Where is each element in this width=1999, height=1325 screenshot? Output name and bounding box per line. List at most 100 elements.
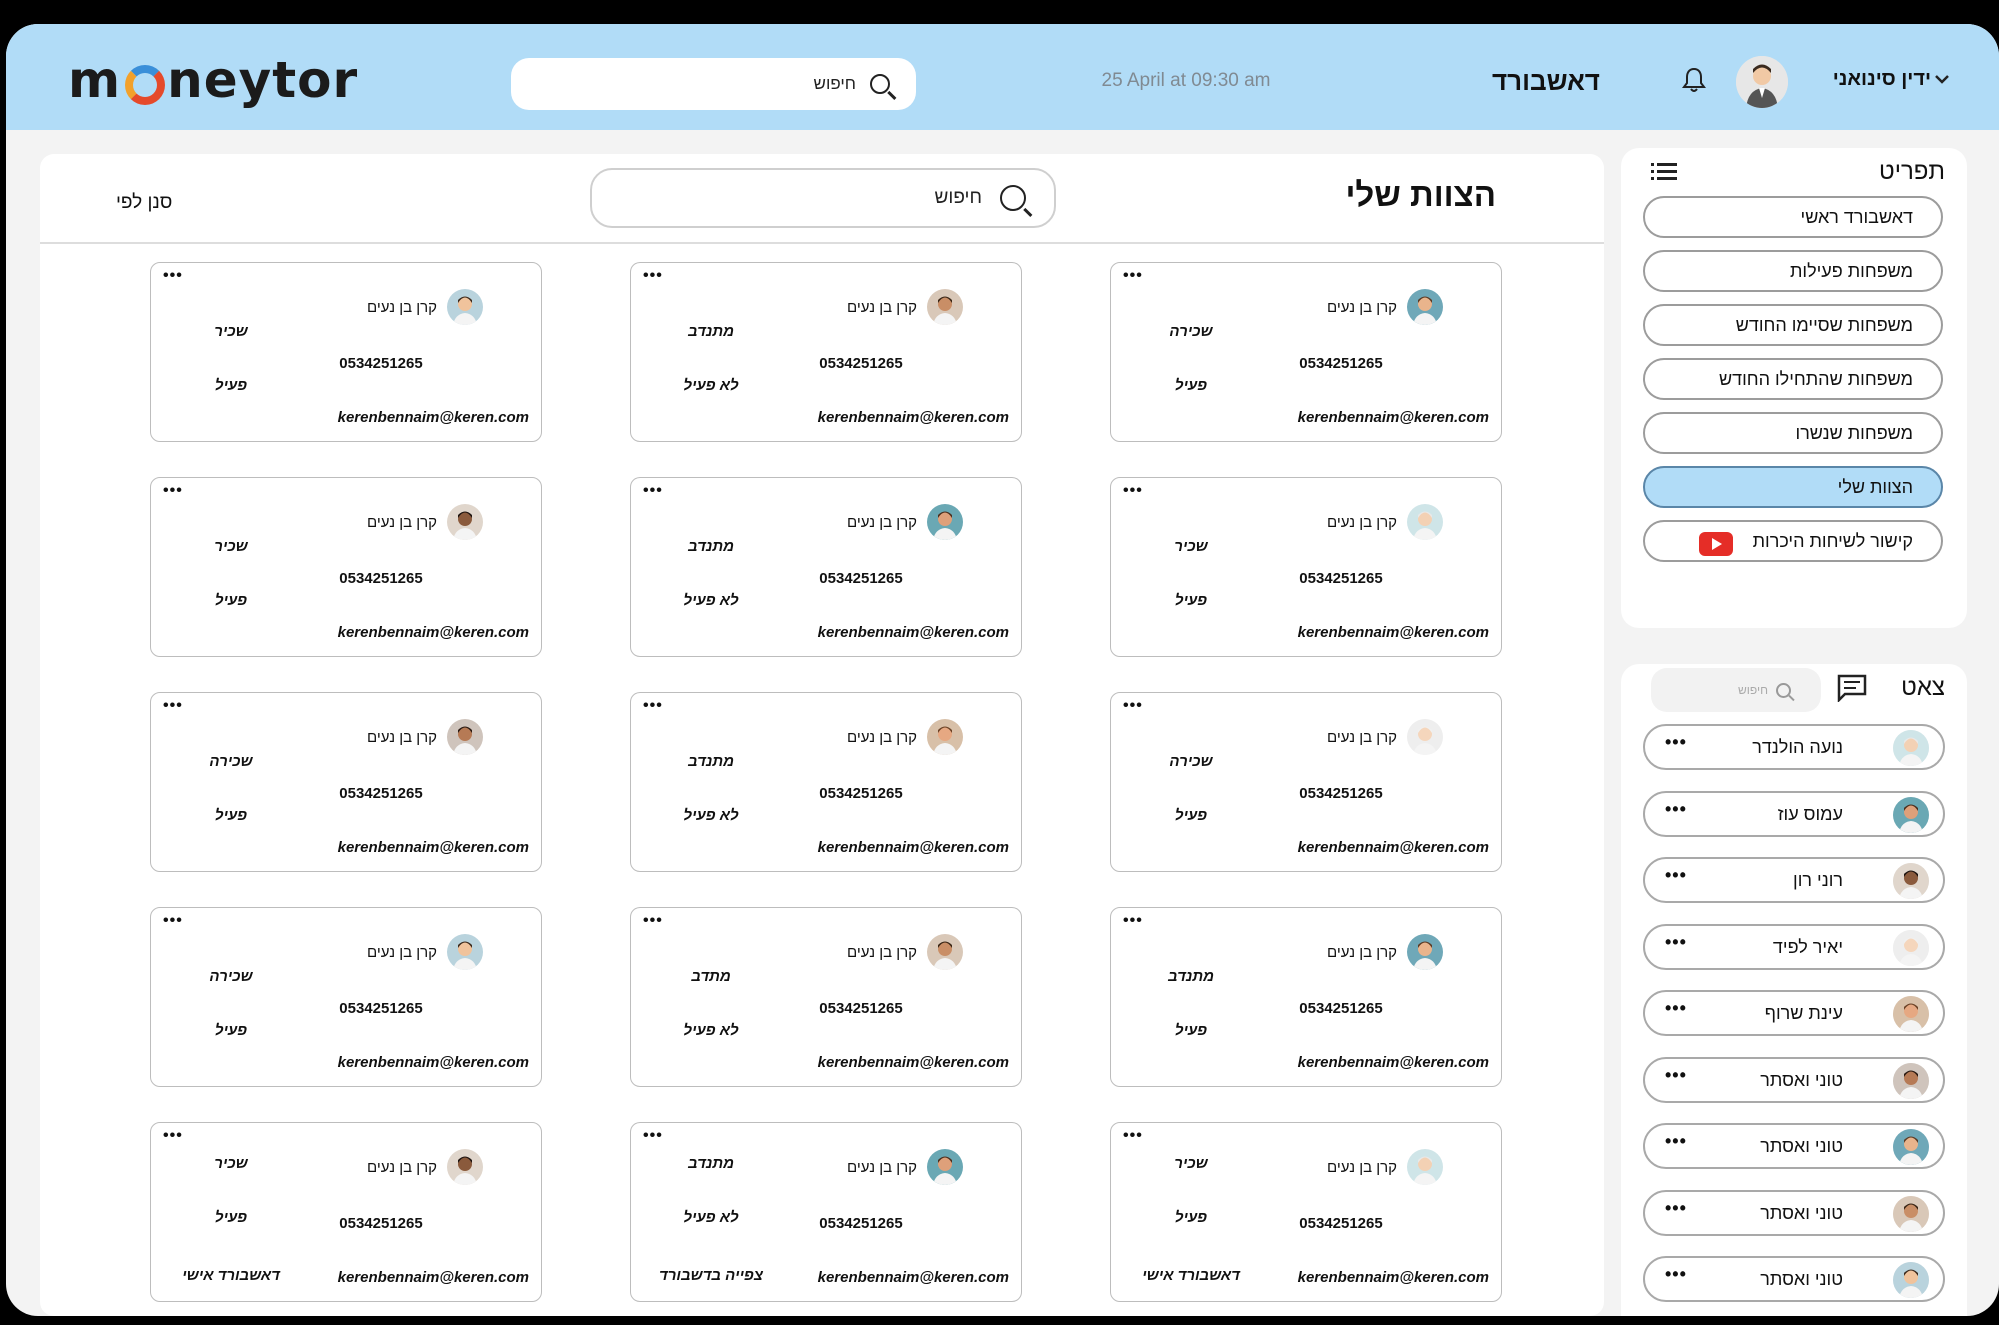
chat-contact[interactable]: ••• נועה הולנדר [1643, 724, 1945, 770]
member-email: kerenbennaim@keren.com [337, 1269, 529, 1286]
more-dots-icon[interactable]: ••• [1665, 998, 1687, 1019]
team-member-card[interactable]: ••• קרן בן נעים 0534251265 kerenbennaim@ker… [1110, 477, 1502, 657]
bell-icon[interactable] [1681, 66, 1707, 94]
menu-item[interactable]: קישור לשיחות היכרות [1643, 520, 1943, 562]
team-search-input[interactable]: חיפוש [590, 168, 1056, 228]
chat-bubble-icon[interactable] [1837, 674, 1867, 702]
menu-title: תפריט [1879, 158, 1945, 185]
top-header: m neytor חיפוש 25 April at 09:30 am דאשבו… [6, 24, 1999, 130]
more-dots-icon[interactable]: ••• [1123, 482, 1143, 500]
member-email: kerenbennaim@keren.com [337, 409, 529, 426]
team-member-card[interactable]: ••• קרן בן נעים 0534251265 kerenbennaim@ker… [630, 692, 1022, 872]
more-dots-icon[interactable]: ••• [1665, 932, 1687, 953]
member-name: קרן בן נעים [1327, 1159, 1397, 1176]
more-dots-icon[interactable]: ••• [643, 482, 663, 500]
team-member-card[interactable]: ••• קרן בן נעים 0534251265 kerenbennaim@ker… [1110, 692, 1502, 872]
more-dots-icon[interactable]: ••• [1665, 1131, 1687, 1152]
team-member-card[interactable]: ••• קרן בן נעים 0534251265 kerenbennaim@ker… [150, 692, 542, 872]
more-dots-icon[interactable]: ••• [1665, 1264, 1687, 1285]
chat-contact[interactable]: ••• טוני ואסתר [1643, 1123, 1945, 1169]
member-role: שכיר [1174, 538, 1208, 555]
more-dots-icon[interactable]: ••• [643, 912, 663, 930]
team-member-card[interactable]: ••• קרן בן נעים 0534251265 kerenbennaim@ker… [1110, 262, 1502, 442]
avatar [1893, 863, 1929, 899]
header-search-input[interactable]: חיפוש [511, 58, 916, 110]
header-search-placeholder: חיפוש [813, 74, 856, 93]
list-icon[interactable] [1651, 162, 1677, 182]
contact-name: יאיר לפיד [1772, 936, 1843, 957]
team-member-card[interactable]: ••• קרן בן נעים 0534251265 kerenbennaim@ker… [630, 907, 1022, 1087]
member-role: שכיר [214, 323, 248, 340]
team-member-card[interactable]: ••• קרן בן נעים 0534251265 kerenbennaim@ker… [630, 262, 1022, 442]
more-dots-icon[interactable]: ••• [1665, 1198, 1687, 1219]
user-avatar[interactable] [1736, 56, 1788, 108]
team-member-card[interactable]: ••• קרן בן נעים 0534251265 kerenbennaim@ker… [150, 477, 542, 657]
contact-name: נועה הולנדר [1752, 737, 1843, 757]
member-phone: 0534251265 [339, 570, 423, 587]
chat-contact[interactable]: ••• עמוס עוז [1643, 790, 1945, 837]
member-email: kerenbennaim@keren.com [1297, 1054, 1489, 1071]
member-name: קרן בן נעים [847, 299, 917, 316]
menu-item-label: משפחות שסיימו החודש [1735, 315, 1913, 335]
logo[interactable]: m neytor [68, 51, 358, 109]
contact-name: טוני ואסתר [1760, 1069, 1843, 1090]
team-member-card[interactable]: ••• קרן בן נעים 0534251265 kerenbennaim@ker… [630, 1122, 1022, 1302]
more-dots-icon[interactable]: ••• [163, 267, 183, 285]
more-dots-icon[interactable]: ••• [1665, 799, 1687, 820]
chat-contact[interactable]: ••• טוני ואסתר [1643, 1056, 1945, 1103]
member-dashboard-link[interactable]: דאשבורד אישי [1131, 1267, 1251, 1284]
avatar [1893, 996, 1929, 1032]
menu-item[interactable]: משפחות שסיימו החודש [1643, 304, 1943, 346]
menu-item[interactable]: הצוות שלי [1643, 466, 1943, 508]
more-dots-icon[interactable]: ••• [643, 1127, 663, 1145]
member-dashboard-link[interactable]: צפייה בדשבורד [651, 1267, 771, 1284]
more-dots-icon[interactable]: ••• [1123, 912, 1143, 930]
member-name: קרן בן נעים [847, 729, 917, 746]
menu-item[interactable]: משפחות שנשרו [1643, 412, 1943, 454]
team-member-card[interactable]: ••• קרן בן נעים 0534251265 kerenbennaim@ker… [1110, 1122, 1502, 1302]
team-member-card[interactable]: ••• קרן בן נעים 0534251265 kerenbennaim@ker… [1110, 907, 1502, 1087]
more-dots-icon[interactable]: ••• [1123, 697, 1143, 715]
chat-contact[interactable]: ••• טוני ואסתר [1643, 1256, 1945, 1302]
team-member-card[interactable]: ••• קרן בן נעים 0534251265 kerenbennaim@ker… [150, 1122, 542, 1302]
member-role: שכירה [1169, 753, 1213, 770]
dashboard-title[interactable]: דאשבורד [1476, 66, 1616, 97]
more-dots-icon[interactable]: ••• [643, 267, 663, 285]
more-dots-icon[interactable]: ••• [1665, 732, 1687, 753]
filter-by-button[interactable]: סנן לפי [116, 192, 172, 214]
user-name[interactable]: ידין סינואני [1801, 68, 1931, 91]
member-email: kerenbennaim@keren.com [817, 409, 1009, 426]
more-dots-icon[interactable]: ••• [1665, 865, 1687, 886]
more-dots-icon[interactable]: ••• [163, 697, 183, 715]
chat-contact[interactable]: ••• עינת שרוף [1643, 990, 1945, 1036]
more-dots-icon[interactable]: ••• [163, 1127, 183, 1145]
contact-name: רוני רון [1793, 870, 1843, 890]
more-dots-icon[interactable]: ••• [163, 482, 183, 500]
more-dots-icon[interactable]: ••• [643, 697, 663, 715]
menu-item[interactable]: משפחות שהתחילו החודש [1643, 358, 1943, 400]
more-dots-icon[interactable]: ••• [1665, 1065, 1687, 1086]
member-phone: 0534251265 [339, 355, 423, 372]
team-member-card[interactable]: ••• קרן בן נעים 0534251265 kerenbennaim@ker… [150, 907, 542, 1087]
chat-contact[interactable]: ••• יאיר לפיד [1643, 923, 1945, 970]
team-member-card[interactable]: ••• קרן בן נעים 0534251265 kerenbennaim@ker… [630, 477, 1022, 657]
member-status: פעיל [214, 1022, 248, 1039]
member-phone: 0534251265 [819, 1215, 903, 1232]
menu-item[interactable]: דאשבורד ראשי [1643, 196, 1943, 238]
team-member-card[interactable]: ••• קרן בן נעים 0534251265 kerenbennaim@ker… [150, 262, 542, 442]
chat-search-input[interactable]: חיפוש [1651, 668, 1821, 712]
menu-item[interactable]: משפחות פעילות [1643, 250, 1943, 292]
contact-name: טוני ואסתר [1760, 1202, 1843, 1223]
chat-contact[interactable]: ••• טוני ואסתר [1643, 1189, 1945, 1236]
more-dots-icon[interactable]: ••• [1123, 267, 1143, 285]
more-dots-icon[interactable]: ••• [163, 912, 183, 930]
avatar [1893, 1262, 1929, 1298]
avatar [1893, 796, 1929, 833]
member-email: kerenbennaim@keren.com [817, 839, 1009, 856]
member-dashboard-link[interactable]: דאשבורד אישי [171, 1267, 291, 1284]
chat-contact[interactable]: ••• רוני רון [1643, 857, 1945, 903]
page-title: הצוות שלי [1345, 176, 1496, 213]
menu-item-label: משפחות שנשרו [1795, 423, 1913, 443]
more-dots-icon[interactable]: ••• [1123, 1127, 1143, 1145]
chevron-down-icon[interactable] [1931, 68, 1953, 90]
